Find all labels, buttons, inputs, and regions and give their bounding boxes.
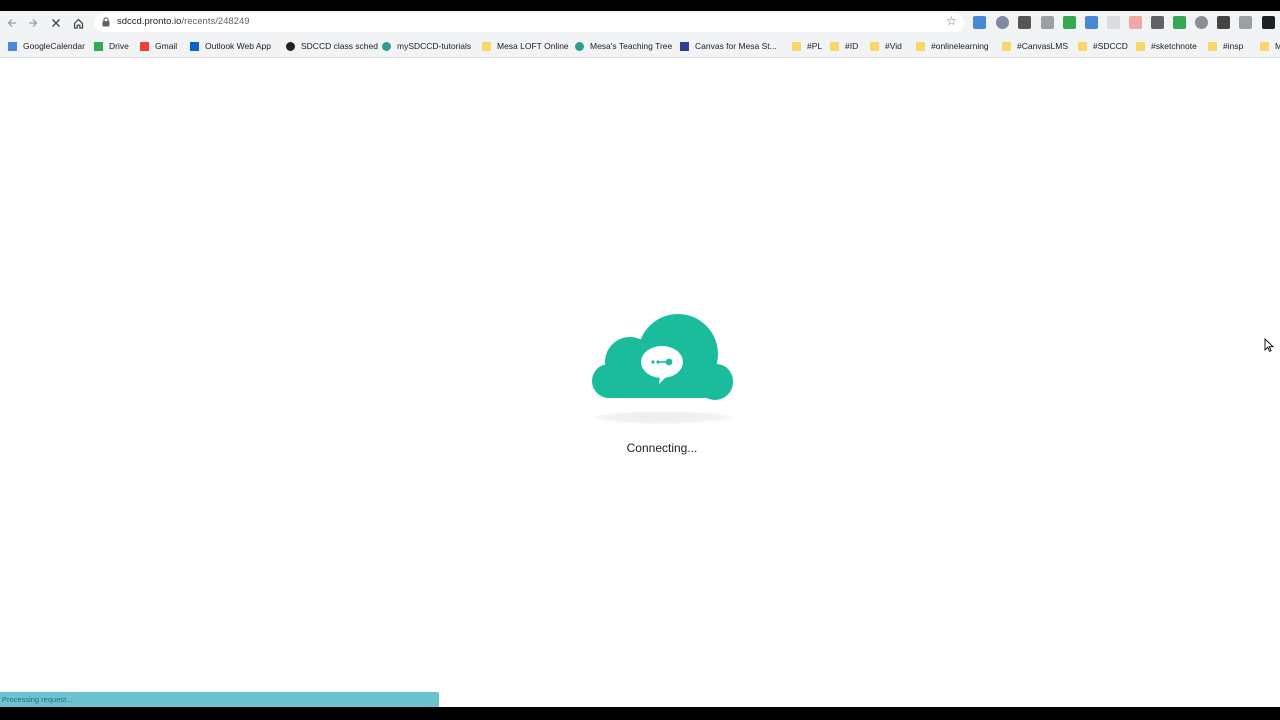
bookmark-label: #sketchnote [1151, 41, 1197, 51]
folder-icon [1208, 41, 1217, 51]
shield-ext-icon[interactable] [996, 16, 1009, 29]
bookmark-item[interactable]: Canvas for Mesa St... [680, 39, 777, 53]
calendar-icon [8, 41, 17, 51]
bookmark-label: Mesa LOFT Online [497, 41, 569, 51]
folder-icon [792, 41, 801, 51]
logo-shadow [592, 411, 734, 424]
star-icon[interactable]: ☆ [946, 14, 957, 28]
bookmark-item[interactable]: #onlinelearning [916, 39, 989, 53]
screenshot-ext-icon[interactable] [1239, 16, 1252, 29]
bookmark-label: GoogleCalendar [23, 41, 85, 51]
bookmark-label: Outlook Web App [205, 41, 271, 51]
drive-icon [94, 41, 103, 51]
camera-ext-icon[interactable] [1151, 16, 1164, 29]
bookmark-label: Drive [109, 41, 129, 51]
bookmark-item[interactable]: #SDCCD [1078, 39, 1128, 53]
browser-toolbar: sdccd.pronto.io/recents/248249 ☆ [0, 11, 1280, 34]
bookmark-label: Mesa's Teaching Tree [590, 41, 673, 51]
lock-icon[interactable] [102, 17, 110, 27]
bookmark-item[interactable]: #sketchnote [1136, 39, 1197, 53]
bookmark-item[interactable]: Mesa's Teaching Tree [575, 39, 672, 53]
bookmark-label: #onlinelearning [931, 41, 989, 51]
qr-ext-icon[interactable] [1018, 16, 1031, 29]
folder-icon [482, 41, 491, 51]
bookmark-label: #Vid [885, 41, 902, 51]
bookmark-label: Canvas for Mesa St... [695, 41, 777, 51]
bookmark-item[interactable]: mySDCCD-tutorials [382, 39, 471, 53]
back-arrow-icon[interactable] [4, 15, 20, 31]
bookmark-item[interactable]: #PL [792, 39, 822, 53]
bookmark-item[interactable]: Mo [1260, 39, 1280, 53]
home-icon[interactable] [70, 15, 86, 31]
folder-icon [916, 41, 925, 51]
puzzle-ext-icon[interactable] [1262, 16, 1275, 29]
globe-ext-icon[interactable] [1195, 16, 1208, 29]
status-bar-text: Processing request... [2, 695, 73, 704]
folder-icon [830, 41, 839, 51]
bookmark-label: #SDCCD [1093, 41, 1128, 51]
screen: sdccd.pronto.io/recents/248249 ☆ GoogleC… [0, 0, 1280, 720]
record-ext-icon[interactable] [1129, 16, 1142, 29]
bookmark-item[interactable]: SDCCD class sched [286, 39, 378, 53]
calendar-new-ext-icon[interactable] [973, 16, 986, 29]
address-bar[interactable]: sdccd.pronto.io/recents/248249 ☆ [94, 13, 964, 32]
bookmark-item[interactable]: Mesa LOFT Online [482, 39, 569, 53]
status-bar: Processing request... [0, 692, 439, 707]
bookmark-label: mySDCCD-tutorials [397, 41, 472, 51]
url-host: sdccd.pronto.io [117, 16, 182, 27]
bookmark-label: #PL [807, 41, 823, 51]
gmail-icon [140, 41, 149, 51]
bookmark-item[interactable]: Gmail [140, 39, 177, 53]
folder-icon [1260, 41, 1269, 51]
bookmark-item[interactable]: #CanvasLMS [1002, 39, 1068, 53]
tree-icon [382, 41, 391, 51]
bookmark-label: #CanvasLMS [1017, 41, 1069, 51]
pronto-cloud-chat-icon [592, 314, 733, 400]
url-path: /recents/248249 [181, 16, 250, 27]
bookmark-item[interactable]: #insp [1208, 39, 1243, 53]
tree-icon [575, 41, 584, 51]
notion-ext-icon[interactable] [1217, 16, 1230, 29]
url-text[interactable]: sdccd.pronto.io/recents/248249 [117, 16, 250, 27]
bookmark-item[interactable]: GoogleCalendar [8, 39, 85, 53]
bookmark-label: SDCCD class sched [301, 41, 378, 51]
bookmark-item[interactable]: Drive [94, 39, 129, 53]
folder-icon [1078, 41, 1087, 51]
outlook-icon [190, 41, 199, 51]
bookmark-label: #insp [1223, 41, 1244, 51]
doc-ext-icon[interactable] [1107, 16, 1120, 29]
globe-icon [286, 41, 295, 51]
canvas-icon [680, 41, 689, 51]
folder-icon [1002, 41, 1011, 51]
folder-icon [1136, 41, 1145, 51]
browser-chrome: sdccd.pronto.io/recents/248249 ☆ GoogleC… [0, 11, 1280, 58]
connecting-status: Connecting... [626, 441, 698, 455]
check-ext-icon[interactable] [1173, 16, 1186, 29]
bookmark-label: Mo [1275, 41, 1280, 51]
stop-loading-icon[interactable] [48, 15, 64, 31]
folder-icon [870, 41, 879, 51]
bookmark-label: Gmail [155, 41, 178, 51]
mouse-pointer-icon [1264, 338, 1274, 352]
green-box-ext-icon[interactable] [1063, 16, 1076, 29]
bookmark-label: #ID [845, 41, 859, 51]
grid-ext-icon[interactable] [1085, 16, 1098, 29]
bookmark-item[interactable]: Outlook Web App [190, 39, 271, 53]
bookmark-item[interactable]: #Vid [870, 39, 902, 53]
bookmark-ext-icon[interactable] [1041, 16, 1054, 29]
bookmarks-bar: GoogleCalendar Drive Gmail Outlook Web App S… [0, 35, 1280, 57]
bookmark-item[interactable]: #ID [830, 39, 858, 53]
forward-arrow-icon[interactable] [25, 15, 41, 31]
